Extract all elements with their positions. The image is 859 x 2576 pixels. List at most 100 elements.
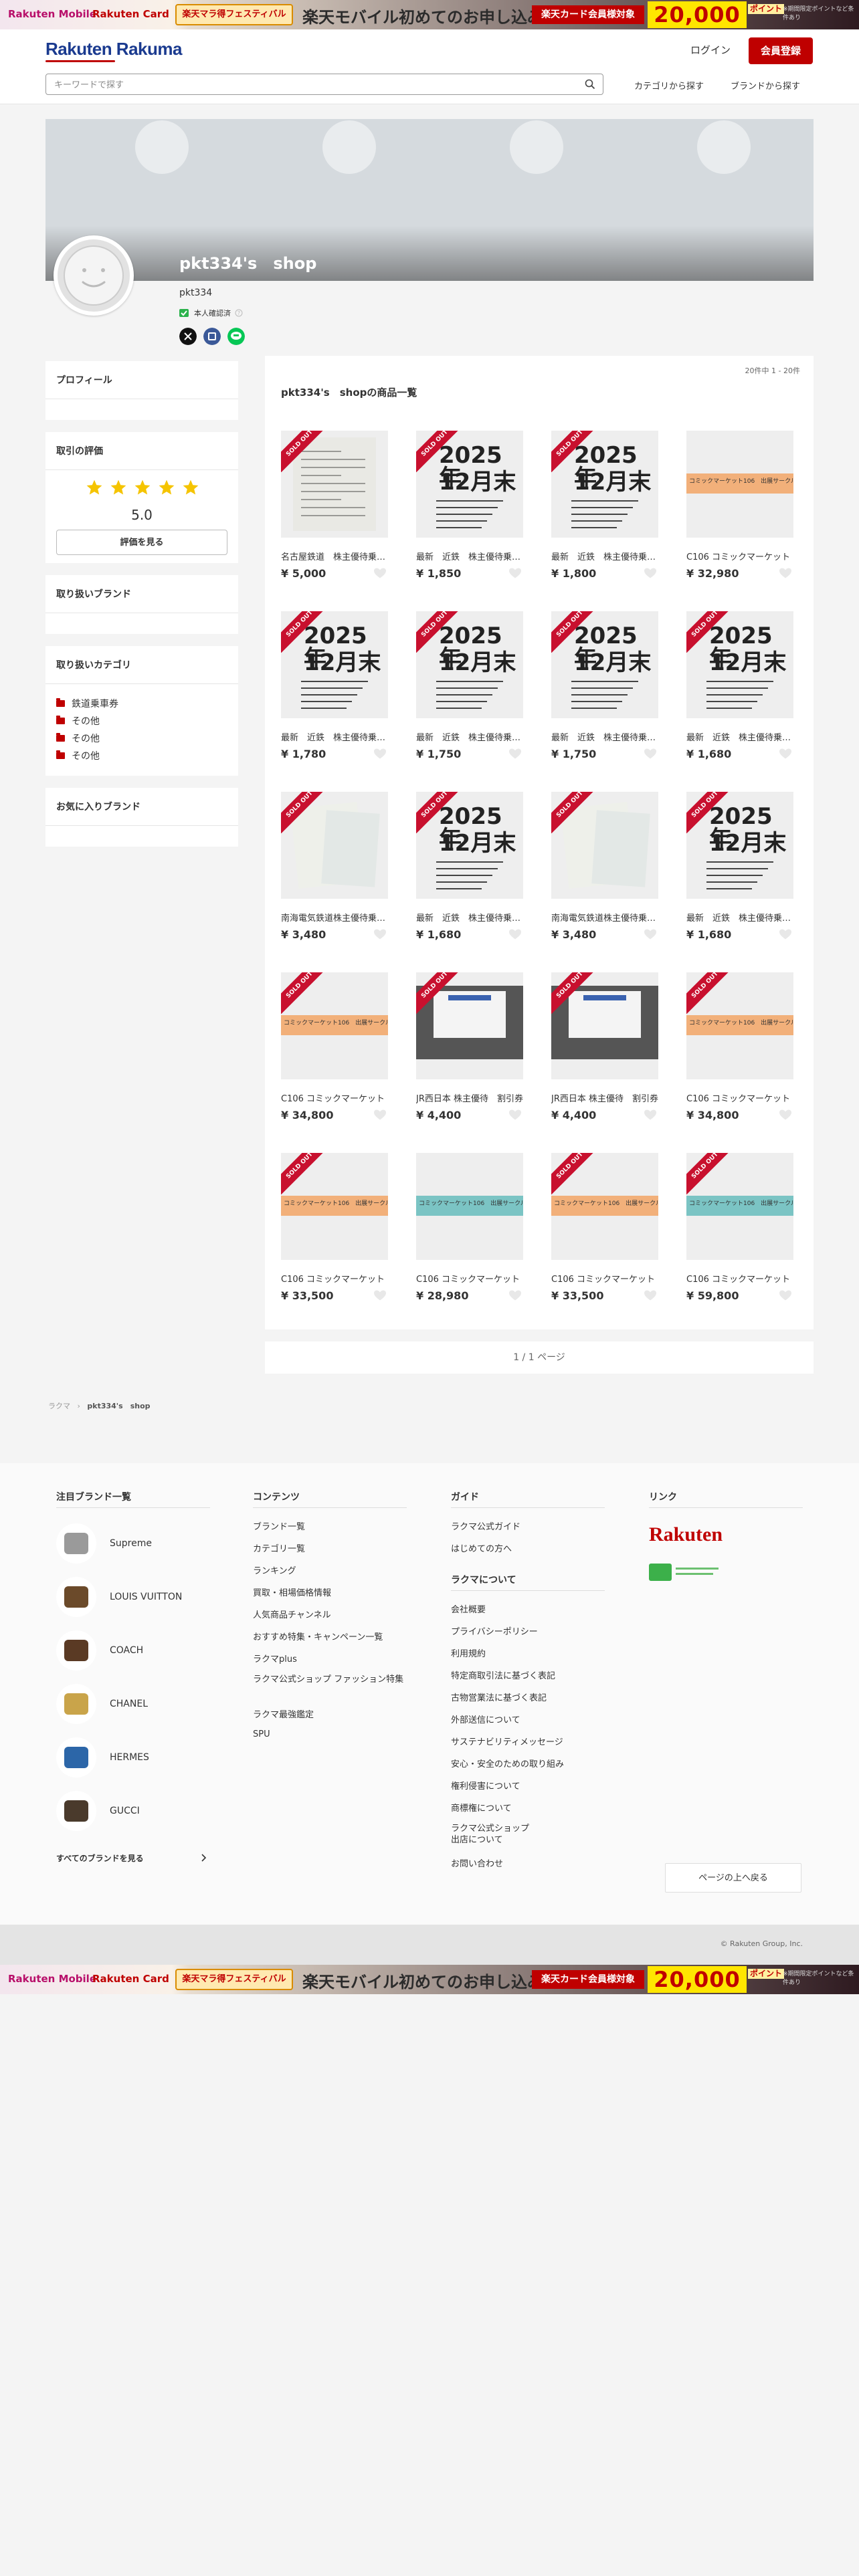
footer-about-link[interactable]: 会社概要 (451, 1602, 486, 1615)
like-heart-icon[interactable] (373, 1109, 387, 1121)
product-image[interactable]: コミックマーケット106 出展サークル (416, 1153, 523, 1260)
category-item[interactable]: 鉄道乗車券 (56, 697, 118, 710)
footer-about-link[interactable]: ラクマ公式ショップ 出店について (451, 1823, 531, 1846)
footer-contents-link[interactable]: 人気商品チャンネル (253, 1608, 331, 1620)
product-name[interactable]: 最新 近鉄 株主優待乗車券 (281, 730, 388, 743)
product-name[interactable]: JR西日本 株主優待 割引券 (551, 1091, 658, 1104)
footer-about-link[interactable]: 権利侵害について (451, 1779, 520, 1792)
promo-banner[interactable]: Rakuten Mobile Rakuten Card 楽天マラ得フェスティバル… (0, 0, 859, 29)
like-heart-icon[interactable] (644, 928, 657, 940)
footer-about-link[interactable]: プライバシーポリシー (451, 1624, 538, 1637)
breadcrumb-home[interactable]: ラクマ (48, 1402, 70, 1410)
footer-brand-item[interactable]: LOUIS VUITTON (56, 1577, 182, 1617)
like-heart-icon[interactable] (779, 1289, 792, 1301)
footer-guide-link[interactable]: ラクマ公式ガイド (451, 1519, 520, 1532)
footer-about-link[interactable]: 安心・安全のための取り組み (451, 1757, 564, 1769)
footer-contents-link[interactable]: ラクマ公式ショップ ファッション特集 (253, 1674, 407, 1685)
product-image[interactable]: コミックマーケット106 出展サークル SOLD OUT (281, 972, 388, 1079)
product-name[interactable]: C106 コミックマーケット (281, 1091, 388, 1104)
product-image[interactable]: SOLD OUT (551, 972, 658, 1079)
product-name[interactable]: 名古屋鉄道 株主優待乗車証 (281, 550, 388, 562)
product-name[interactable]: C106 コミックマーケット (416, 1272, 523, 1285)
footer-about-link[interactable]: サステナビリティメッセージ (451, 1735, 563, 1747)
product-name[interactable]: 最新 近鉄 株主優待乗車券 (551, 550, 658, 562)
profile-title[interactable]: プロフィール (45, 361, 238, 399)
footer-contents-link[interactable]: ブランド一覧 (253, 1519, 305, 1532)
like-heart-icon[interactable] (779, 928, 792, 940)
product-image[interactable]: 2025年 12月末 SOLD OUT (551, 611, 658, 718)
footer-about-link[interactable]: お問い合わせ (451, 1856, 503, 1869)
product-name[interactable]: 最新 近鉄 株主優待乗車券 (416, 550, 523, 562)
green-badge-icon[interactable] (649, 1564, 672, 1581)
product-image[interactable]: コミックマーケット106 出展サークル SOLD OUT (686, 972, 793, 1079)
footer-contents-link[interactable]: 買取・相場価格情報 (253, 1586, 331, 1598)
signup-button[interactable]: 会員登録 (749, 37, 813, 64)
product-image[interactable]: 2025年 12月末 SOLD OUT (416, 792, 523, 899)
rakuten-logo[interactable]: Rakuten (649, 1523, 723, 1546)
help-icon[interactable]: ? (235, 309, 243, 317)
like-heart-icon[interactable] (644, 1109, 657, 1121)
product-name[interactable]: 最新 近鉄 株主優待乗車券 (686, 730, 793, 743)
x-share-icon[interactable] (179, 328, 197, 345)
product-name[interactable]: 最新 近鉄 株主優待乗車券 (416, 730, 523, 743)
search-input[interactable] (45, 74, 603, 95)
search-icon[interactable] (585, 79, 595, 90)
product-image[interactable]: コミックマーケット106 出展サークル SOLD OUT (551, 1153, 658, 1260)
product-image[interactable]: SOLD OUT (416, 972, 523, 1079)
footer-brand-item[interactable]: GUCCI (56, 1791, 140, 1831)
brand-search-link[interactable]: ブランドから探す (731, 79, 800, 92)
product-image[interactable]: 2025年 12月末 SOLD OUT (686, 611, 793, 718)
product-name[interactable]: C106 コミックマーケット (686, 1091, 793, 1104)
product-name[interactable]: C106 コミックマーケット (686, 550, 793, 562)
footer-guide-link[interactable]: はじめての方へ (451, 1541, 512, 1554)
like-heart-icon[interactable] (779, 1109, 792, 1121)
product-image[interactable]: 2025年 12月末 SOLD OUT (281, 611, 388, 718)
footer-contents-link[interactable]: ラクマ最強鑑定 (253, 1707, 314, 1720)
promo-banner-bottom[interactable]: Rakuten Mobile Rakuten Card 楽天マラ得フェスティバル… (0, 1965, 859, 1994)
line-share-icon[interactable] (227, 328, 245, 345)
like-heart-icon[interactable] (508, 928, 522, 940)
facebook-share-icon[interactable] (203, 328, 221, 345)
footer-contents-link[interactable]: SPU (253, 1729, 270, 1739)
footer-about-link[interactable]: 商標権について (451, 1801, 512, 1814)
footer-about-link[interactable]: 古物営業法に基づく表記 (451, 1691, 547, 1703)
like-heart-icon[interactable] (508, 748, 522, 760)
like-heart-icon[interactable] (644, 748, 657, 760)
category-item[interactable]: その他 (56, 714, 100, 728)
product-name[interactable]: 南海電気鉄道株主優待乗車証 (551, 911, 658, 924)
footer-about-link[interactable]: 外部送信について (451, 1713, 520, 1725)
product-name[interactable]: JR西日本 株主優待 割引券 (416, 1091, 523, 1104)
product-name[interactable]: C106 コミックマーケット (551, 1272, 658, 1285)
like-heart-icon[interactable] (644, 1289, 657, 1301)
footer-contents-link[interactable]: カテゴリ一覧 (253, 1541, 305, 1554)
product-image[interactable]: コミックマーケット106 出展サークル SOLD OUT (281, 1153, 388, 1260)
like-heart-icon[interactable] (644, 567, 657, 579)
like-heart-icon[interactable] (508, 1109, 522, 1121)
footer-contents-link[interactable]: ラクマplus (253, 1652, 297, 1665)
product-name[interactable]: C106 コミックマーケット (686, 1272, 793, 1285)
view-reviews-button[interactable]: 評価を見る (56, 530, 227, 555)
footer-brand-item[interactable]: HERMES (56, 1737, 149, 1778)
product-name[interactable]: 最新 近鉄 株主優待乗車券 (686, 911, 793, 924)
product-image[interactable]: コミックマーケット106 出展サークル (686, 431, 793, 538)
product-image[interactable]: 2025年 12月末 SOLD OUT (551, 431, 658, 538)
product-image[interactable]: コミックマーケット106 出展サークル SOLD OUT (686, 1153, 793, 1260)
rakuma-logo[interactable]: Rakuten Rakuma (45, 39, 182, 60)
product-name[interactable]: 最新 近鉄 株主優待乗車券 (416, 911, 523, 924)
footer-brand-item[interactable]: CHANEL (56, 1684, 148, 1724)
category-search-link[interactable]: カテゴリから探す (634, 79, 704, 92)
like-heart-icon[interactable] (508, 1289, 522, 1301)
like-heart-icon[interactable] (779, 748, 792, 760)
category-item[interactable]: その他 (56, 732, 100, 745)
product-name[interactable]: 南海電気鉄道株主優待乗車証 (281, 911, 388, 924)
back-to-top-button[interactable]: ページの上へ戻る (665, 1863, 801, 1893)
product-image[interactable]: SOLD OUT (281, 431, 388, 538)
footer-brand-item[interactable]: Supreme (56, 1523, 152, 1564)
product-image[interactable]: SOLD OUT (281, 792, 388, 899)
footer-about-link[interactable]: 利用規約 (451, 1646, 486, 1659)
footer-contents-link[interactable]: おすすめ特集・キャンペーン一覧 (253, 1630, 383, 1642)
product-name[interactable]: 最新 近鉄 株主優待乗車券 (551, 730, 658, 743)
product-image[interactable]: 2025年 12月末 SOLD OUT (416, 611, 523, 718)
product-image[interactable]: 2025年 12月末 SOLD OUT (686, 792, 793, 899)
login-link[interactable]: ログイン (690, 43, 731, 57)
